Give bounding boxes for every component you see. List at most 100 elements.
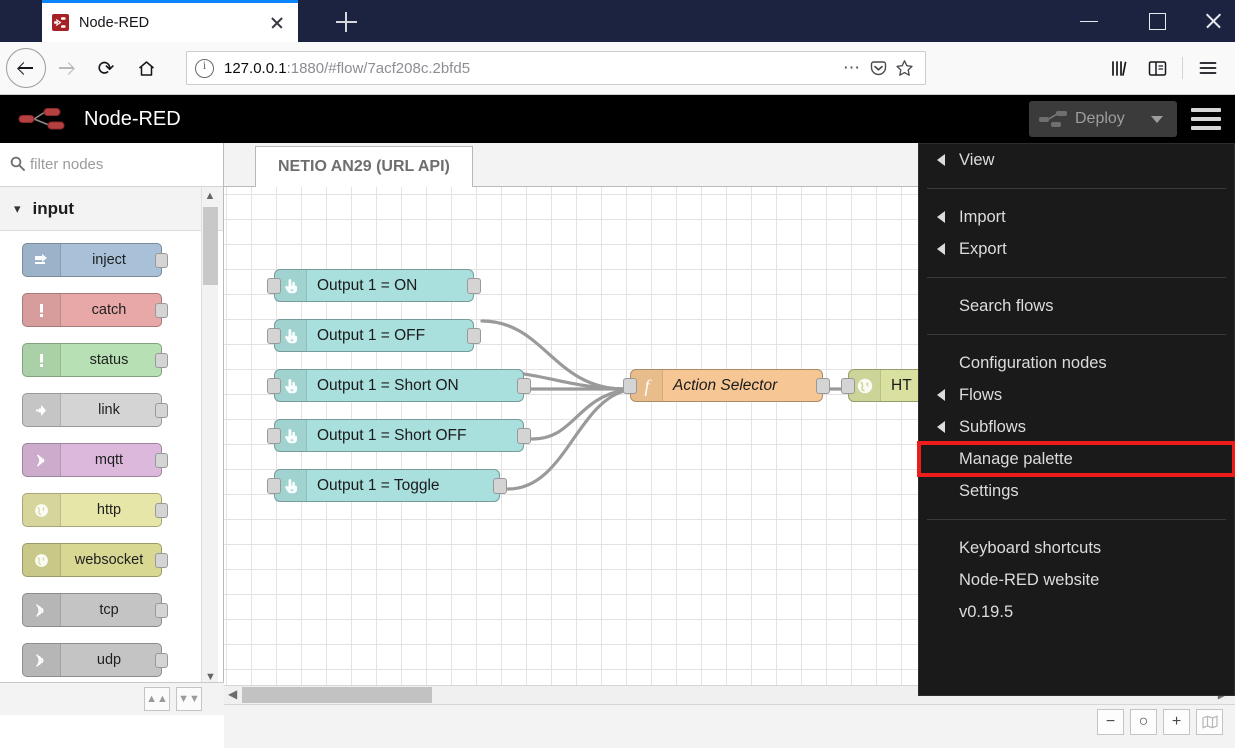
chevron-down-icon[interactable] [1151, 115, 1163, 123]
node-output-port[interactable] [467, 278, 481, 294]
node-output-port[interactable] [816, 378, 830, 394]
page-actions-icon[interactable]: ⋯ [839, 58, 865, 78]
palette-node-catch[interactable]: catch [22, 293, 168, 327]
menu-item-subflows[interactable]: Subflows [919, 411, 1234, 443]
menu-item-configuration-nodes[interactable]: Configuration nodes [919, 347, 1234, 379]
zoom-out-button[interactable]: − [1097, 709, 1124, 735]
node-output-port[interactable] [517, 428, 531, 444]
flow-tab-netio[interactable]: NETIO AN29 (URL API) [255, 146, 473, 187]
zoom-controls: − ○ + [1091, 709, 1223, 735]
menu-item-export[interactable]: Export [919, 233, 1234, 265]
minimize-icon[interactable] [1066, 0, 1112, 42]
scrollbar-thumb[interactable] [203, 207, 218, 285]
node-input-port[interactable] [267, 328, 281, 344]
menu-item-keyboard-shortcuts[interactable]: Keyboard shortcuts [919, 532, 1234, 564]
palette-node-websocket[interactable]: websocket [22, 543, 168, 577]
chevron-up-icon[interactable]: ▲ [202, 187, 218, 204]
plus-icon[interactable] [330, 6, 364, 38]
submenu-arrow-icon [937, 421, 945, 433]
info-icon[interactable] [195, 58, 214, 78]
palette-node-udp[interactable]: udp [22, 643, 168, 677]
flow-node-label: HT [891, 376, 912, 394]
flow-node[interactable]: Output 1 = ON [267, 269, 481, 302]
menu-item-v0-19-5[interactable]: v0.19.5 [919, 596, 1234, 628]
node-input-port[interactable] [267, 378, 281, 394]
node-output-port[interactable] [155, 253, 168, 268]
tcp-icon [23, 594, 61, 626]
deploy-button[interactable]: Deploy [1029, 101, 1177, 137]
expand-all-icon[interactable]: ▼▼ [176, 687, 202, 711]
forward-arrow-icon[interactable] [46, 48, 86, 88]
node-output-port[interactable] [493, 478, 507, 494]
node-input-port[interactable] [841, 378, 855, 394]
node-input-port[interactable] [623, 378, 637, 394]
scrollbar-thumb[interactable] [242, 687, 432, 703]
collapse-all-icon[interactable]: ▲▲ [144, 687, 170, 711]
menu-item-view[interactable]: View [919, 144, 1234, 176]
palette-node-status[interactable]: status [22, 343, 168, 377]
reload-icon[interactable]: ⟳ [86, 48, 126, 88]
browser-tabstrip: Node-RED [0, 0, 1235, 42]
main-menu-button[interactable] [1191, 107, 1221, 131]
flow-node[interactable]: f Action Selector [623, 369, 830, 402]
navigator-map-icon[interactable] [1196, 709, 1223, 735]
node-red-favicon [52, 14, 69, 31]
palette-node-inject[interactable]: inject [22, 243, 168, 277]
deploy-icon [1039, 110, 1069, 128]
maximize-icon[interactable] [1134, 0, 1180, 42]
palette-node-tcp[interactable]: tcp [22, 593, 168, 627]
toolbar-divider [1182, 57, 1183, 79]
node-input-port[interactable] [267, 428, 281, 444]
submenu-arrow-icon [937, 154, 945, 166]
menu-item-import[interactable]: Import [919, 201, 1234, 233]
palette-node-http[interactable]: http [22, 493, 168, 527]
palette-node-link[interactable]: link [22, 393, 168, 427]
palette-node-mqtt[interactable]: mqtt [22, 443, 168, 477]
chevron-left-icon[interactable]: ◀ [228, 687, 237, 701]
node-output-port[interactable] [155, 453, 168, 468]
palette-scrollbar[interactable]: ▲ ▼ [201, 187, 218, 685]
search-input[interactable] [30, 156, 229, 173]
browser-tab[interactable]: Node-RED [42, 3, 298, 42]
zoom-reset-button[interactable]: ○ [1130, 709, 1157, 735]
node-output-port[interactable] [155, 553, 168, 568]
node-input-port[interactable] [267, 278, 281, 294]
node-output-port[interactable] [467, 328, 481, 344]
flow-node[interactable]: Output 1 = Short ON [267, 369, 531, 402]
home-icon[interactable] [126, 48, 166, 88]
flow-node-label: Output 1 = ON [317, 276, 418, 294]
zoom-in-button[interactable]: + [1163, 709, 1190, 735]
node-output-port[interactable] [155, 353, 168, 368]
bookmark-star-icon[interactable] [891, 59, 917, 78]
inject-icon [23, 244, 61, 276]
node-output-port[interactable] [155, 503, 168, 518]
pocket-icon[interactable] [865, 59, 891, 78]
menu-item-node-red-website[interactable]: Node-RED website [919, 564, 1234, 596]
sidebar-icon[interactable] [1138, 49, 1176, 87]
menu-item-settings[interactable]: Settings [919, 475, 1234, 507]
close-icon[interactable] [1190, 0, 1235, 42]
library-icon[interactable] [1100, 49, 1138, 87]
palette-node-label: inject [92, 252, 126, 268]
link-icon [23, 394, 61, 426]
node-output-port[interactable] [155, 403, 168, 418]
node-output-port[interactable] [155, 603, 168, 618]
menu-item-label: v0.19.5 [959, 602, 1014, 621]
search-icon [10, 156, 30, 174]
menu-item-search-flows[interactable]: Search flows [919, 290, 1234, 322]
menu-item-flows[interactable]: Flows [919, 379, 1234, 411]
node-output-port[interactable] [517, 378, 531, 394]
url-bar[interactable]: 127.0.0.1:1880/#flow/7acf208c.2bfd5 ⋯ [186, 51, 926, 85]
menu-item-manage-palette[interactable]: Manage palette [917, 441, 1235, 477]
close-icon[interactable] [266, 12, 288, 34]
flow-node[interactable]: Output 1 = Toggle [267, 469, 507, 502]
node-input-port[interactable] [267, 478, 281, 494]
hamburger-menu-icon[interactable] [1189, 49, 1227, 87]
flow-node[interactable]: Output 1 = Short OFF [267, 419, 531, 452]
svg-text:f: f [644, 376, 652, 396]
back-arrow-icon[interactable] [6, 48, 46, 88]
flow-node[interactable]: Output 1 = OFF [267, 319, 481, 352]
palette-category-input[interactable]: ▾ input [0, 187, 223, 231]
node-output-port[interactable] [155, 653, 168, 668]
node-output-port[interactable] [155, 303, 168, 318]
